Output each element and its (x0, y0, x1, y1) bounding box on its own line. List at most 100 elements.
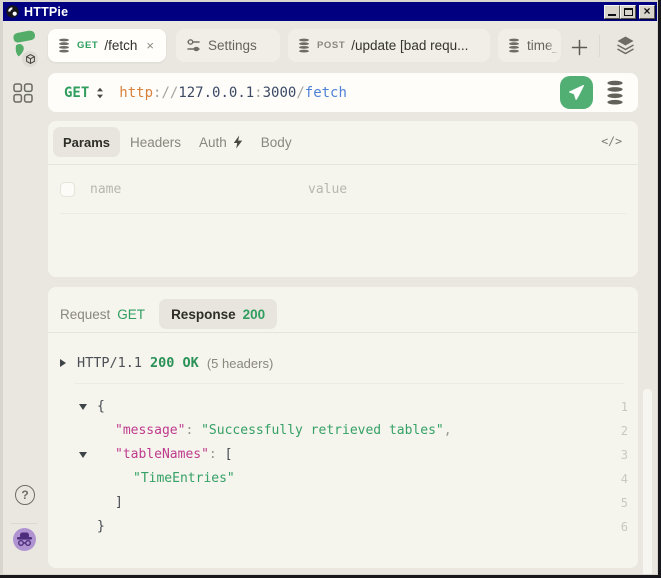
json-code: } (97, 519, 105, 534)
request-tab[interactable]: Request GET (60, 307, 145, 322)
url-part: http (119, 85, 153, 101)
divider (48, 164, 638, 165)
logo-env-badge[interactable] (22, 51, 38, 67)
json-token: "TimeEntries" (133, 471, 235, 486)
tab-auth-label: Auth (199, 135, 227, 150)
param-enabled-checkbox[interactable] (60, 182, 75, 197)
method-dropdown-icon[interactable] (96, 87, 104, 99)
app-window: HTTPie × ? (0, 0, 661, 578)
sidebar-divider (11, 523, 37, 524)
new-tab-button[interactable] (566, 34, 592, 60)
line-number: 1 (621, 400, 628, 414)
plus-icon (571, 39, 588, 56)
app-body: ? GET /fetch × Settings (3, 21, 657, 574)
scrollbar-thumb[interactable] (643, 389, 652, 574)
tab-body[interactable]: Body (261, 135, 292, 150)
maximize-button[interactable] (620, 5, 636, 19)
response-protocol: HTTP/1.1 (77, 355, 142, 371)
help-icon[interactable]: ? (15, 485, 35, 505)
tabs-overview-button[interactable] (615, 35, 636, 61)
tab-method: GET (77, 40, 98, 51)
tab-params[interactable]: Params (53, 127, 120, 157)
json-code: "TimeEntries" (97, 471, 235, 486)
divider (48, 332, 638, 333)
response-headers-note: (5 headers) (207, 356, 273, 371)
bolt-icon (233, 135, 243, 149)
tab-label: /update [bad requ... (351, 38, 468, 53)
cube-icon (26, 54, 35, 64)
tab-close-icon[interactable]: × (146, 39, 154, 52)
url-part: : (254, 85, 262, 101)
minimize-button[interactable] (604, 5, 620, 19)
fold-arrow-icon[interactable] (79, 452, 87, 458)
json-token: ] (115, 495, 123, 510)
tabbar-separator (599, 35, 600, 57)
fold-arrow-icon[interactable] (79, 404, 87, 410)
response-tab[interactable]: Response 200 (159, 299, 277, 329)
json-line: "tableNames": [3 (48, 444, 638, 468)
divider (75, 383, 624, 384)
request-editor-panel: Params Headers Auth Body </> (48, 121, 638, 277)
url-input[interactable]: http://127.0.0.1:3000/fetch (119, 85, 347, 101)
json-line: "TimeEntries"4 (48, 468, 638, 492)
tab-settings[interactable]: Settings (176, 29, 280, 62)
collapsed-arrow-icon[interactable] (60, 359, 66, 367)
titlebar: HTTPie × (3, 2, 657, 21)
window-controls: × (604, 5, 655, 19)
minimize-icon (608, 14, 616, 16)
json-token: { (97, 399, 105, 414)
line-number: 2 (621, 424, 628, 438)
response-panel: Request GET Response 200 HTTP/1.1 200 OK… (48, 287, 638, 568)
request-options-button[interactable] (606, 80, 624, 111)
method-selector[interactable]: GET (64, 85, 89, 101)
tab-headers[interactable]: Headers (130, 135, 181, 150)
line-number: 6 (621, 520, 628, 534)
json-token: [ (225, 447, 233, 462)
send-icon (568, 84, 585, 101)
response-status-line[interactable]: HTTP/1.1 200 OK (5 headers) (60, 350, 273, 376)
param-row (48, 166, 638, 213)
row-divider (60, 213, 626, 214)
code-view-toggle[interactable]: </> (601, 134, 622, 148)
json-token: } (97, 519, 105, 534)
window-title: HTTPie (24, 5, 68, 19)
tab-auth[interactable]: Auth (199, 135, 243, 150)
close-button[interactable]: × (639, 5, 655, 19)
maximize-icon (624, 8, 633, 16)
json-token: "message" (115, 423, 185, 438)
tab-method: POST (317, 40, 345, 51)
json-line: {1 (48, 396, 638, 420)
url-part: 3000 (263, 85, 297, 101)
url-part: / (296, 85, 304, 101)
param-name-input[interactable] (88, 181, 293, 198)
url-part: 127.0.0.1 (178, 85, 254, 101)
close-icon: × (643, 5, 650, 17)
json-line: }6 (48, 516, 638, 540)
collection-icon (508, 38, 520, 53)
json-line: "message": "Successfully retrieved table… (48, 420, 638, 444)
tab-label: time_ (527, 38, 560, 53)
json-code: { (97, 399, 105, 414)
collection-icon (298, 38, 310, 53)
stack-icon (606, 80, 624, 106)
send-button[interactable] (560, 76, 593, 109)
json-token: "Successfully retrieved tables" (201, 423, 444, 438)
tab-time[interactable]: time_ (498, 29, 561, 62)
httpie-window-icon (6, 5, 19, 18)
tab-post-update[interactable]: POST /update [bad requ... (288, 29, 490, 62)
tab-get-fetch[interactable]: GET /fetch × (48, 29, 166, 62)
response-status-badge: 200 (243, 307, 266, 322)
user-avatar[interactable] (13, 528, 36, 551)
window-frame: HTTPie × ? (0, 0, 658, 575)
line-number: 3 (621, 448, 628, 462)
request-tab-method: GET (117, 307, 145, 322)
json-token: : (209, 447, 225, 462)
json-line: ]5 (48, 492, 638, 516)
json-token: , (444, 423, 452, 438)
param-value-input[interactable] (306, 181, 638, 198)
grid-icon[interactable] (13, 83, 33, 103)
spy-icon (13, 528, 36, 551)
response-tabs: Request GET Response 200 (60, 299, 277, 329)
settings-icon (186, 38, 201, 53)
line-number: 5 (621, 496, 628, 510)
